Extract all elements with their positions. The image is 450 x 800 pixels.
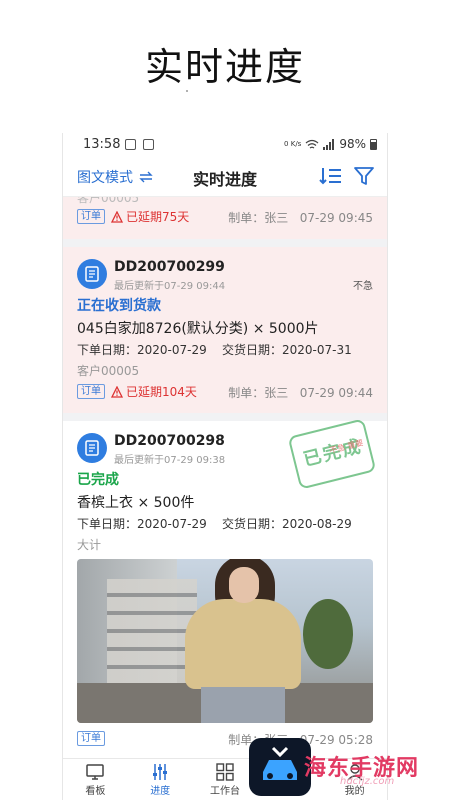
order-card[interactable]: DD200700299 最后更新于07-29 09:44 不急 正在收到货款 0… <box>63 247 387 413</box>
maker: 制单：张三 <box>228 211 289 225</box>
tab-workbench[interactable]: 工作台 <box>193 759 258 800</box>
completed-stamp: 已完成 不急 重要 <box>287 418 377 490</box>
order-tag: 订单 <box>77 731 105 746</box>
customer-name: 客户00005 <box>77 364 140 378</box>
monitor-icon <box>86 763 105 780</box>
photo-face <box>229 567 259 603</box>
card-time: 07-29 09:44 <box>299 386 373 400</box>
battery-icon <box>370 138 377 150</box>
tab-label: 进度 <box>150 785 171 797</box>
card-footer: 订单 <box>77 731 105 746</box>
swap-icon <box>139 171 153 183</box>
order-tag: 订单 <box>77 209 105 224</box>
last-updated: 最后更新于07-29 09:38 <box>114 455 226 466</box>
gallery-icon <box>125 139 136 150</box>
product-line: 香槟上衣 × 500件 <box>77 495 195 511</box>
order-status: 正在收到货款 <box>77 298 161 314</box>
document-icon <box>77 259 107 289</box>
signal-icon <box>323 138 335 150</box>
card-footer: 订单 已延期104天 <box>77 383 197 400</box>
delay-text: 已延期104天 <box>126 385 197 399</box>
page-title: 实时进度 <box>144 45 305 89</box>
order-dates: 下单日期：2020-07-29 交货日期：2020-07-31 <box>77 343 352 357</box>
filter-icon[interactable] <box>353 165 375 187</box>
card-footer: 订单 已延期75天 <box>77 208 189 225</box>
order-card[interactable]: 客户00005 订单 已延期75天 制单：张三 07-29 09:45 <box>63 197 387 239</box>
card-meta: 制单：张三 07-29 09:45 <box>228 209 373 226</box>
order-number: DD200700298 <box>114 433 225 449</box>
net-speed: 0 K/s <box>284 140 302 148</box>
tab-dashboard[interactable]: 看板 <box>63 759 128 800</box>
sliders-icon <box>153 763 168 780</box>
last-updated: 最后更新于07-29 09:44 <box>114 281 226 292</box>
order-card[interactable]: DD200700298 最后更新于07-29 09:38 已完成 不急 重要 已… <box>63 418 387 758</box>
delay-status: 已延期104天 <box>111 383 197 400</box>
status-right: 0 K/s 98% <box>284 137 377 151</box>
warning-icon <box>111 210 123 223</box>
warning-icon <box>111 385 123 398</box>
tab-label: 看板 <box>85 785 106 797</box>
status-bar: 13:58 0 K/s 98% <box>63 133 387 157</box>
order-dates: 下单日期：2020-07-29 交货日期：2020-08-29 <box>77 517 352 531</box>
status-time: 13:58 <box>83 137 121 152</box>
customer-name: 大计 <box>77 538 102 552</box>
delay-text: 已延期75天 <box>126 210 190 224</box>
product-photo[interactable] <box>77 559 373 723</box>
card-time: 07-29 09:45 <box>299 211 373 225</box>
app-icon <box>143 139 154 150</box>
decorative-dot <box>186 90 188 92</box>
delay-status: 已延期75天 <box>111 208 189 225</box>
order-list[interactable]: 客户00005 订单 已延期75天 制单：张三 07-29 09:45 DD20… <box>63 197 387 758</box>
nav-bar: 图文模式 实时进度 <box>63 157 387 197</box>
grid-icon <box>216 762 234 781</box>
photo-blouse <box>185 599 301 689</box>
battery-percent: 98% <box>339 137 366 151</box>
product-line: 045白家加8726(默认分类) × 5000片 <box>77 321 319 337</box>
view-mode-toggle[interactable]: 图文模式 <box>77 167 153 187</box>
order-status: 已完成 <box>77 472 119 488</box>
order-tag: 订单 <box>77 384 105 399</box>
tab-label: 工作台 <box>209 785 240 797</box>
card-meta: 制单：张三 07-29 09:44 <box>228 384 373 401</box>
photo-tree <box>303 599 353 669</box>
customer-name: 客户00005 <box>77 197 140 205</box>
document-icon <box>77 433 107 463</box>
order-number: DD200700299 <box>114 259 225 275</box>
view-mode-label: 图文模式 <box>77 170 133 186</box>
priority-label: 不急 <box>353 281 373 292</box>
watermark-sub: hdcfjz.com <box>340 776 395 787</box>
maker: 制单：张三 <box>228 386 289 400</box>
photo-skirt <box>201 687 285 723</box>
tab-progress[interactable]: 进度 <box>128 759 193 800</box>
sort-icon[interactable] <box>319 165 343 187</box>
phone-screen: 13:58 0 K/s 98% 图文模式 实时进度 客户00005 订单 已延期… <box>62 133 388 800</box>
wifi-icon <box>305 139 319 149</box>
watermark-logo <box>249 738 311 796</box>
